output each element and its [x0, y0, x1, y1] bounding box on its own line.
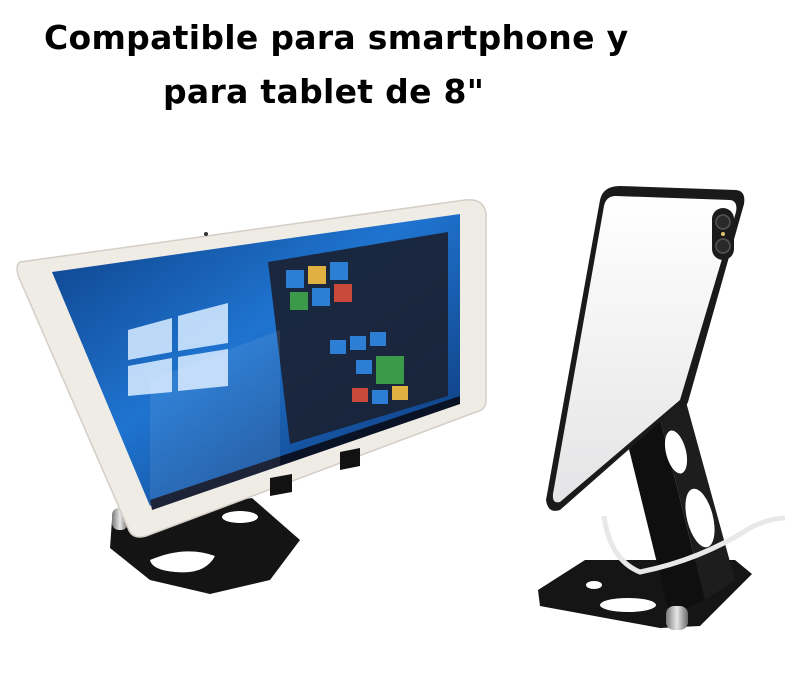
hinge-icon: [666, 606, 688, 630]
camera-icon: [204, 232, 208, 236]
product-scene: [16, 186, 785, 630]
tablet: [16, 199, 487, 538]
